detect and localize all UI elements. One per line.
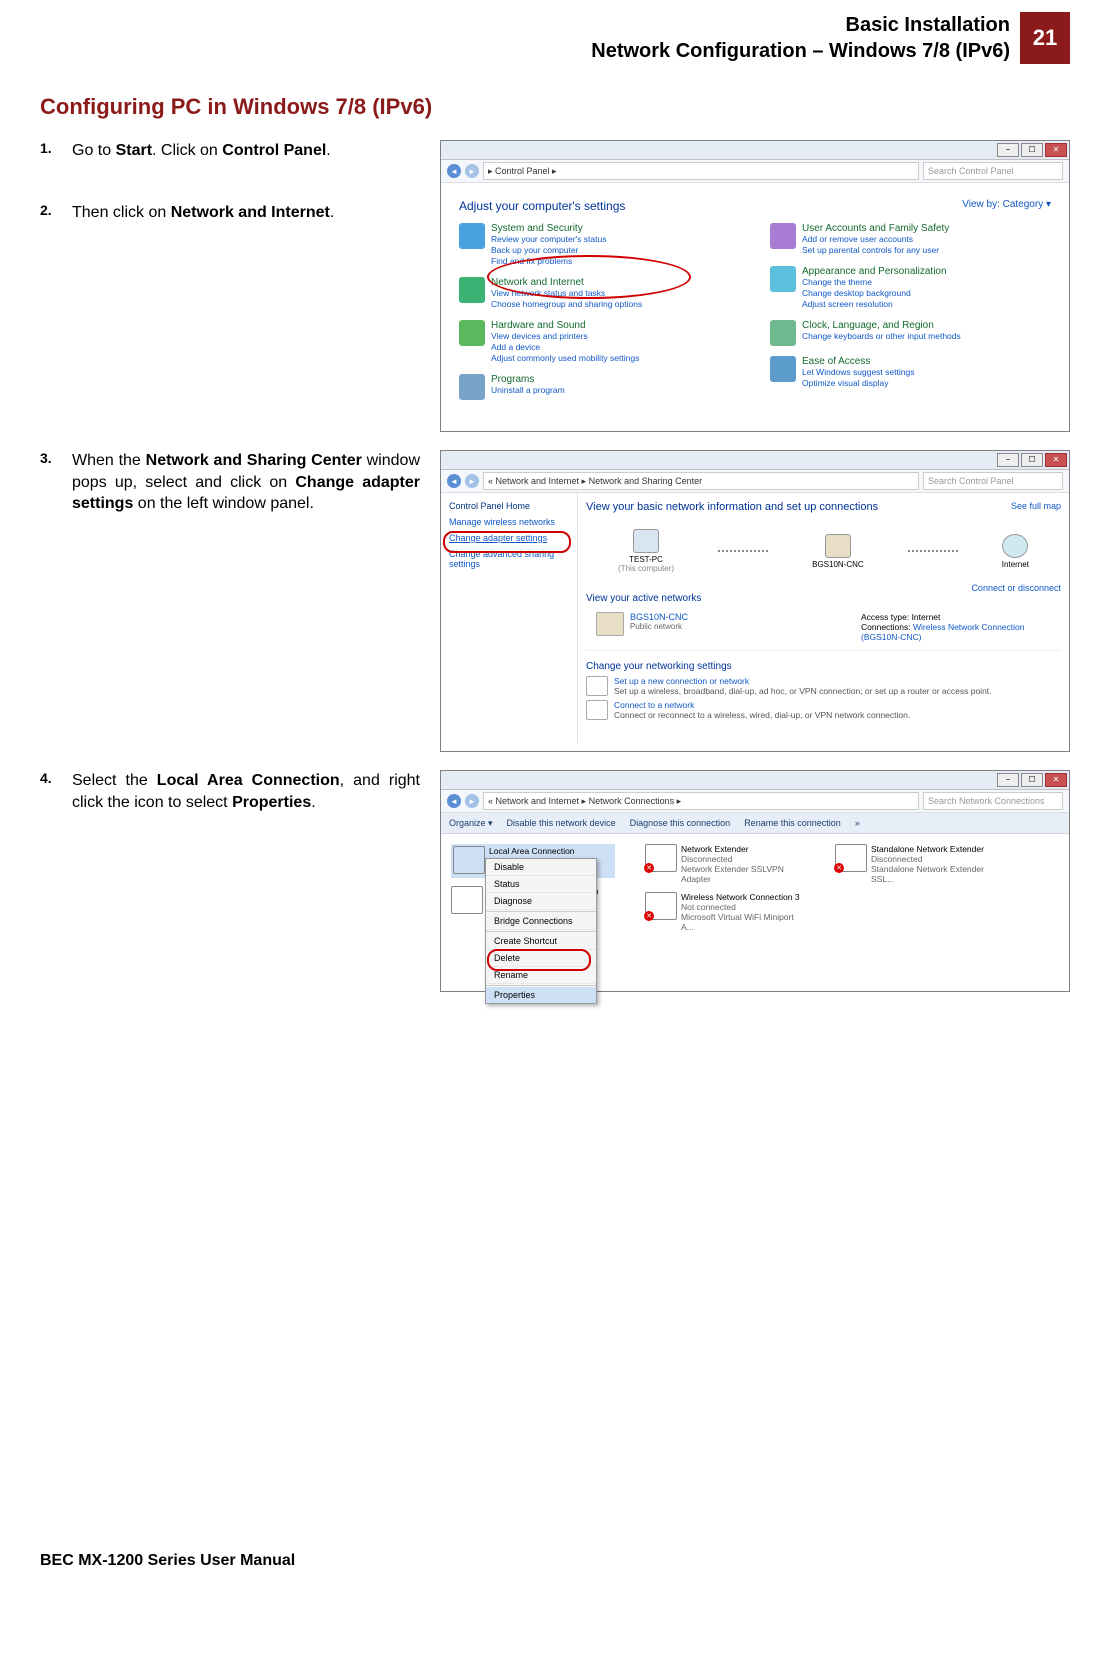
category-icon: [459, 374, 485, 400]
toolbar-item[interactable]: Organize ▾: [449, 818, 493, 829]
connection-item[interactable]: Standalone Network ExtenderDisconnectedS…: [835, 844, 995, 884]
category-icon: [770, 320, 796, 346]
page-number: 21: [1020, 12, 1070, 64]
page-header: Basic Installation Network Configuration…: [40, 0, 1070, 64]
view-by[interactable]: View by: Category ▾: [962, 199, 1051, 213]
screenshot-control-panel: − ☐ ✕ ◄ ► ▸ Control Panel ▸ Search Contr…: [440, 140, 1070, 432]
search-input[interactable]: Search Network Connections: [923, 792, 1063, 810]
network-node: BGS10N-CNC: [812, 534, 864, 569]
menu-item-rename[interactable]: Rename: [486, 967, 596, 984]
toolbar-item[interactable]: Diagnose this connection: [630, 818, 731, 828]
connection-icon: [835, 844, 867, 872]
close-icon[interactable]: ✕: [1045, 773, 1067, 787]
menu-item-bridge-connections[interactable]: Bridge Connections: [486, 913, 596, 930]
search-input[interactable]: Search Control Panel: [923, 162, 1063, 180]
menu-item-create-shortcut[interactable]: Create Shortcut: [486, 933, 596, 950]
menu-item-properties[interactable]: Properties: [486, 987, 596, 1003]
close-icon[interactable]: ✕: [1045, 453, 1067, 467]
category-item[interactable]: System and SecurityReview your computer'…: [459, 223, 740, 267]
category-icon: [770, 266, 796, 292]
main-title: View your basic network information and …: [586, 501, 878, 513]
step-text: Then click on Network and Internet.: [72, 202, 334, 224]
connection-item[interactable]: Wireless Network Connection 3Not connect…: [645, 892, 805, 932]
step-number: 3.: [40, 450, 72, 466]
minimize-icon[interactable]: −: [997, 143, 1019, 157]
connection-icon: [645, 844, 677, 872]
maximize-icon[interactable]: ☐: [1021, 143, 1043, 157]
screenshot-network-connections: − ☐ ✕ ◄ ► « Network and Internet ▸ Netwo…: [440, 770, 1070, 992]
category-item[interactable]: Network and InternetView network status …: [459, 277, 740, 310]
minimize-icon[interactable]: −: [997, 453, 1019, 467]
menu-item-diagnose[interactable]: Diagnose: [486, 893, 596, 910]
close-icon[interactable]: ✕: [1045, 143, 1067, 157]
breadcrumb[interactable]: ▸ Control Panel ▸: [483, 162, 919, 180]
connect-link[interactable]: Connect or disconnect: [971, 583, 1061, 608]
menu-item-status[interactable]: Status: [486, 876, 596, 893]
breadcrumb[interactable]: « Network and Internet ▸ Network Connect…: [483, 792, 919, 810]
menu-item-delete[interactable]: Delete: [486, 950, 596, 967]
category-item[interactable]: Hardware and SoundView devices and print…: [459, 320, 740, 364]
network-node: Internet: [1002, 534, 1029, 569]
back-icon[interactable]: ◄: [447, 474, 461, 488]
forward-icon[interactable]: ►: [465, 794, 479, 808]
network-node: TEST-PC(This computer): [618, 529, 674, 573]
back-icon[interactable]: ◄: [447, 164, 461, 178]
panel-heading: Adjust your computer's settings: [459, 199, 625, 213]
connection-item[interactable]: Network ExtenderDisconnectedNetwork Exte…: [645, 844, 805, 884]
sidebar-link[interactable]: Manage wireless networks: [449, 517, 569, 527]
category-icon: [770, 223, 796, 249]
sidebar-link-change-adapter[interactable]: Change adapter settings: [449, 533, 569, 543]
header-line1: Basic Installation: [591, 12, 1010, 38]
minimize-icon[interactable]: −: [997, 773, 1019, 787]
network-option[interactable]: Connect to a networkConnect or reconnect…: [586, 700, 1061, 720]
maximize-icon[interactable]: ☐: [1021, 773, 1043, 787]
toolbar-item[interactable]: Disable this network device: [507, 818, 616, 828]
category-icon: [459, 223, 485, 249]
toolbar-item[interactable]: »: [855, 818, 860, 828]
step-number: 2.: [40, 202, 72, 218]
category-icon: [459, 277, 485, 303]
context-menu: DisableStatusDiagnose Bridge Connections C…: [485, 858, 597, 1004]
screenshot-network-sharing: − ☐ ✕ ◄ ► « Network and Internet ▸ Netwo…: [440, 450, 1070, 752]
connection-icon: [453, 846, 485, 874]
category-item[interactable]: Ease of AccessLet Windows suggest settin…: [770, 356, 1051, 389]
connection-icon: [451, 886, 483, 914]
category-item[interactable]: Clock, Language, and RegionChange keyboa…: [770, 320, 1051, 346]
network-option[interactable]: Set up a new connection or networkSet up…: [586, 676, 1061, 696]
category-item[interactable]: Appearance and PersonalizationChange the…: [770, 266, 1051, 310]
step-number: 1.: [40, 140, 72, 156]
forward-icon[interactable]: ►: [465, 164, 479, 178]
header-line2: Network Configuration – Windows 7/8 (IPv…: [591, 38, 1010, 64]
category-item[interactable]: ProgramsUninstall a program: [459, 374, 740, 400]
connection-icon: [645, 892, 677, 920]
menu-item-disable[interactable]: Disable: [486, 859, 596, 876]
forward-icon[interactable]: ►: [465, 474, 479, 488]
category-icon: [770, 356, 796, 382]
side-title: Control Panel Home: [449, 501, 569, 511]
category-icon: [459, 320, 485, 346]
toolbar-item[interactable]: Rename this connection: [744, 818, 841, 828]
step-text: Go to Start. Click on Control Panel.: [72, 140, 331, 162]
back-icon[interactable]: ◄: [447, 794, 461, 808]
category-item[interactable]: User Accounts and Family SafetyAdd or re…: [770, 223, 1051, 256]
breadcrumb[interactable]: « Network and Internet ▸ Network and Sha…: [483, 472, 919, 490]
maximize-icon[interactable]: ☐: [1021, 453, 1043, 467]
search-input[interactable]: Search Control Panel: [923, 472, 1063, 490]
see-full-map-link[interactable]: See full map: [1011, 501, 1061, 521]
footer: BEC MX-1200 Series User Manual: [40, 1552, 295, 1570]
sidebar-link[interactable]: Change advanced sharing settings: [449, 549, 569, 569]
step-text: Select the Local Area Connection, and ri…: [72, 770, 420, 813]
step-number: 4.: [40, 770, 72, 786]
section-title: Configuring PC in Windows 7/8 (IPv6): [40, 94, 1070, 120]
step-text: When the Network and Sharing Center wind…: [72, 450, 420, 515]
